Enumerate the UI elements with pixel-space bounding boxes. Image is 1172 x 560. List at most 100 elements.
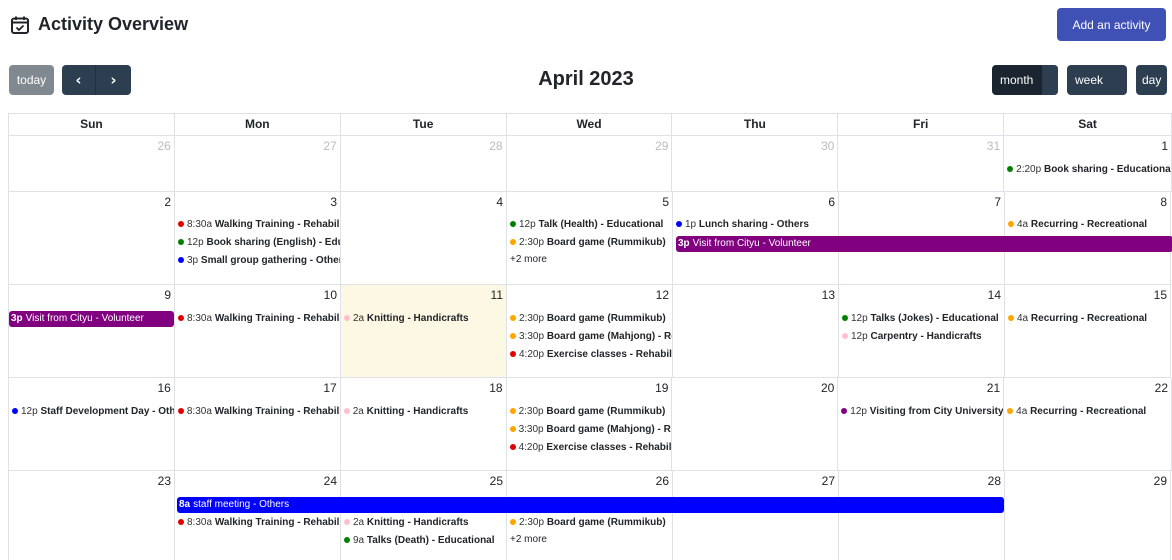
day-cell[interactable]: 16 12p Staff Development Day - Others (9, 378, 175, 471)
today-button[interactable]: today (9, 65, 54, 95)
day-number[interactable]: 7 (994, 195, 1001, 209)
calendar-event[interactable]: 2a Knitting - Handicrafts (343, 404, 506, 420)
multi-day-event-bar[interactable]: 3p Visit from Cityu - Volunteer (9, 311, 174, 327)
day-number[interactable]: 20 (821, 381, 834, 395)
day-number[interactable]: 4 (496, 195, 503, 209)
calendar-event[interactable]: 12p Carpentry - Handicrafts (841, 329, 1004, 345)
day-number[interactable]: 9 (164, 288, 171, 302)
next-month-button[interactable]: › (96, 65, 131, 95)
calendar-event[interactable]: 8:30a Walking Training - Rehabilitation (177, 515, 340, 531)
day-number[interactable]: 19 (655, 381, 668, 395)
day-cell[interactable]: 3 8:30a Walking Training - Rehabilitatio… (175, 192, 341, 285)
calendar-event[interactable]: 9a Talks (Death) - Educational (343, 533, 506, 549)
more-events-link[interactable]: +2 more (510, 534, 547, 545)
calendar-event[interactable]: 2:30p Board game (Rummikub) (509, 235, 672, 251)
calendar-event[interactable]: 3p Small group gathering - Others (177, 253, 340, 269)
calendar-event[interactable]: 12p Book sharing (English) - Educational (177, 235, 340, 251)
calendar-event[interactable]: 4:20p Exercise classes - Rehabilitation (509, 440, 671, 456)
calendar-event[interactable]: 12p Talks (Jokes) - Educational (841, 311, 1004, 327)
day-cell[interactable]: 25 2a Knitting - Handicrafts 9a Talks (D… (341, 471, 507, 560)
day-cell[interactable]: 24 8:30a Walking Training - Rehabilitati… (175, 471, 341, 560)
day-cell[interactable]: 21 12p Visiting from City University (838, 378, 1005, 471)
day-cell[interactable]: 29 (506, 136, 673, 192)
calendar-event[interactable]: 12p Talk (Health) - Educational (509, 217, 672, 233)
day-cell[interactable]: 31 (838, 136, 1005, 192)
day-number[interactable]: 27 (323, 139, 336, 153)
calendar-event[interactable]: 12p Staff Development Day - Others (11, 404, 174, 420)
day-number[interactable]: 21 (987, 381, 1000, 395)
day-cell[interactable]: 23 (9, 471, 175, 560)
day-number[interactable]: 26 (656, 474, 669, 488)
day-cell[interactable]: 15 4a Recurring - Recreational (1005, 285, 1171, 378)
day-view-button[interactable]: day (1136, 65, 1167, 95)
day-number[interactable]: 1 (1161, 139, 1168, 153)
day-number[interactable]: 24 (324, 474, 337, 488)
day-number[interactable]: 2 (164, 195, 171, 209)
day-number[interactable]: 29 (655, 139, 668, 153)
day-number[interactable]: 14 (988, 288, 1001, 302)
day-cell[interactable]: 22 4a Recurring - Recreational (1004, 378, 1172, 471)
day-number[interactable]: 29 (1154, 474, 1167, 488)
day-number[interactable]: 5 (662, 195, 669, 209)
calendar-event[interactable]: 8:30a Walking Training - Rehabilitation (177, 217, 340, 233)
calendar-event[interactable]: 2a Knitting - Handicrafts (343, 311, 506, 327)
multi-day-event-bar[interactable]: 8a staff meeting - Others (177, 497, 1004, 513)
day-number[interactable]: 23 (158, 474, 171, 488)
day-cell[interactable]: 5 12p Talk (Health) - Educational 2:30p … (507, 192, 673, 285)
day-number[interactable]: 11 (491, 288, 503, 302)
day-cell[interactable]: 29 (1005, 471, 1171, 560)
calendar-event[interactable]: 4a Recurring - Recreational (1006, 404, 1171, 420)
calendar-event[interactable]: 8:30a Walking Training - Rehabilitation (177, 311, 340, 327)
day-cell[interactable]: 28 (839, 471, 1005, 560)
day-number[interactable]: 18 (489, 381, 502, 395)
day-number[interactable]: 31 (987, 139, 1000, 153)
day-cell[interactable]: 26 2:30p Board game (Rummikub) +2 more (507, 471, 673, 560)
day-cell[interactable]: 1 2:20p Book sharing - Educational (1004, 136, 1172, 192)
calendar-event[interactable]: 4:20p Exercise classes - Rehabilitation (509, 347, 672, 363)
calendar-event[interactable]: 1p Lunch sharing - Others (675, 217, 838, 233)
day-number[interactable]: 30 (821, 139, 834, 153)
day-cell[interactable]: 10 8:30a Walking Training - Rehabilitati… (175, 285, 341, 378)
day-cell[interactable]: 20 (672, 378, 839, 471)
calendar-event[interactable]: 12p Visiting from City University (840, 404, 1003, 420)
calendar-event[interactable]: 2:30p Board game (Rummikub) (509, 311, 672, 327)
day-number[interactable]: 17 (323, 381, 336, 395)
day-number[interactable]: 3 (330, 195, 337, 209)
day-cell[interactable]: 19 2:30p Board game (Rummikub) 3:30p Boa… (506, 378, 673, 471)
day-number[interactable]: 25 (490, 474, 503, 488)
day-cell[interactable]: 30 (672, 136, 839, 192)
day-number[interactable]: 12 (656, 288, 669, 302)
day-cell[interactable]: 28 (340, 136, 507, 192)
add-activity-button[interactable]: Add an activity (1057, 8, 1166, 41)
day-cell[interactable]: 26 (9, 136, 175, 192)
day-number[interactable]: 28 (489, 139, 502, 153)
more-events-link[interactable]: +2 more (510, 254, 547, 265)
week-view-button[interactable]: week (1067, 65, 1127, 95)
calendar-event[interactable]: 4a Recurring - Recreational (1007, 217, 1170, 233)
calendar-event[interactable]: 2a Knitting - Handicrafts (343, 515, 506, 531)
day-number[interactable]: 28 (988, 474, 1001, 488)
day-number[interactable]: 27 (822, 474, 835, 488)
month-view-button[interactable]: month (992, 65, 1058, 95)
day-number[interactable]: 26 (158, 139, 171, 153)
day-cell[interactable]: 14 12p Talks (Jokes) - Educational 12p C… (839, 285, 1005, 378)
day-cell[interactable]: 27 (174, 136, 341, 192)
day-number[interactable]: 22 (1155, 381, 1168, 395)
calendar-event[interactable]: 4a Recurring - Recreational (1007, 311, 1170, 327)
prev-month-button[interactable]: ‹ (62, 65, 96, 95)
day-number[interactable]: 10 (324, 288, 337, 302)
day-number[interactable]: 8 (1160, 195, 1167, 209)
day-cell[interactable]: 13 (673, 285, 839, 378)
day-cell[interactable]: 12 2:30p Board game (Rummikub) 3:30p Boa… (507, 285, 673, 378)
calendar-event[interactable]: 3:30p Board game (Mahjong) - Recreationa… (509, 329, 672, 345)
day-cell[interactable]: 4 (341, 192, 507, 285)
day-number[interactable]: 16 (158, 381, 171, 395)
day-cell[interactable]: 27 (673, 471, 839, 560)
day-number[interactable]: 13 (822, 288, 835, 302)
calendar-event[interactable]: 2:30p Board game (Rummikub) (509, 404, 672, 420)
multi-day-event-bar[interactable]: 3p Visit from Cityu - Volunteer (676, 236, 1172, 252)
day-number[interactable]: 15 (1154, 288, 1167, 302)
calendar-event[interactable]: 3:30p Board game (Mahjong) - Recreationa… (509, 422, 671, 438)
day-cell[interactable]: 9 (9, 285, 175, 378)
day-cell-today[interactable]: 11 2a Knitting - Handicrafts (341, 285, 507, 378)
